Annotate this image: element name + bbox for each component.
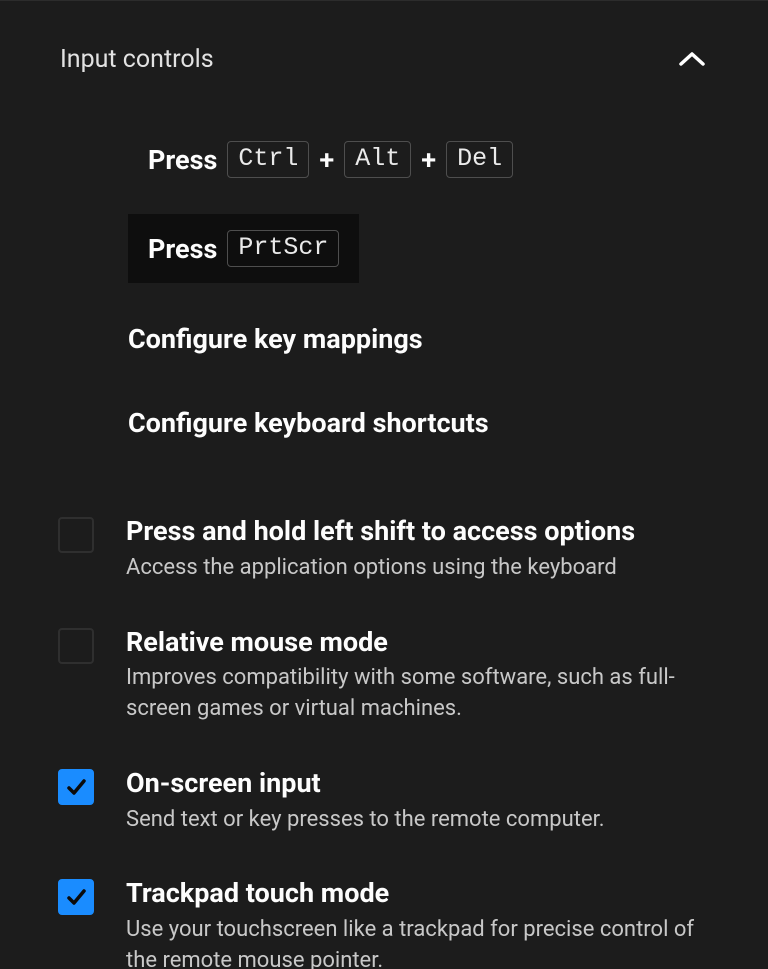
configure-keyboard-shortcuts-button[interactable]: Configure keyboard shortcuts bbox=[128, 387, 768, 459]
checkbox-relative-mouse[interactable] bbox=[58, 628, 94, 664]
option-desc: Improves compatibility with some softwar… bbox=[126, 663, 712, 725]
option-title: On-screen input bbox=[126, 767, 712, 801]
option-title: Relative mouse mode bbox=[126, 626, 712, 660]
key-separator: + bbox=[421, 144, 436, 176]
input-controls-panel: Input controls Press Ctrl + Alt + Del Pr… bbox=[0, 0, 768, 969]
configure-key-mappings-button[interactable]: Configure key mappings bbox=[128, 303, 768, 375]
key-separator: + bbox=[319, 144, 334, 176]
option-text: On-screen input Send text or key presses… bbox=[126, 767, 712, 836]
option-text: Trackpad touch mode Use your touchscreen… bbox=[126, 877, 712, 969]
option-press-hold-shift: Press and hold left shift to access opti… bbox=[58, 515, 712, 584]
option-desc: Use your touchscreen like a trackpad for… bbox=[126, 915, 712, 969]
action-prefix: Press bbox=[148, 144, 217, 176]
option-text: Relative mouse mode Improves compatibili… bbox=[126, 626, 712, 725]
option-title: Press and hold left shift to access opti… bbox=[126, 515, 712, 549]
checkbox-press-hold-shift[interactable] bbox=[58, 517, 94, 553]
action-prefix: Press bbox=[148, 233, 217, 265]
action-list: Press Ctrl + Alt + Del Press PrtScr bbox=[0, 85, 768, 283]
option-title: Trackpad touch mode bbox=[126, 877, 712, 911]
chevron-up-icon[interactable] bbox=[676, 43, 708, 75]
checkbox-trackpad-touch[interactable] bbox=[58, 879, 94, 915]
option-desc: Send text or key presses to the remote c… bbox=[126, 805, 712, 836]
section-title: Input controls bbox=[60, 45, 214, 74]
key-alt: Alt bbox=[344, 141, 411, 178]
options-list: Press and hold left shift to access opti… bbox=[0, 515, 768, 969]
key-ctrl: Ctrl bbox=[227, 141, 309, 178]
key-del: Del bbox=[446, 141, 513, 178]
option-on-screen-input: On-screen input Send text or key presses… bbox=[58, 767, 712, 836]
section-header[interactable]: Input controls bbox=[0, 1, 768, 85]
option-text: Press and hold left shift to access opti… bbox=[126, 515, 712, 584]
option-trackpad-touch: Trackpad touch mode Use your touchscreen… bbox=[58, 877, 712, 969]
checkbox-on-screen-input[interactable] bbox=[58, 769, 94, 805]
key-prtscr: PrtScr bbox=[227, 230, 339, 267]
option-desc: Access the application options using the… bbox=[126, 553, 712, 584]
press-ctrl-alt-del-button[interactable]: Press Ctrl + Alt + Del bbox=[128, 125, 533, 194]
press-prtscr-button[interactable]: Press PrtScr bbox=[128, 214, 359, 283]
option-relative-mouse: Relative mouse mode Improves compatibili… bbox=[58, 626, 712, 725]
